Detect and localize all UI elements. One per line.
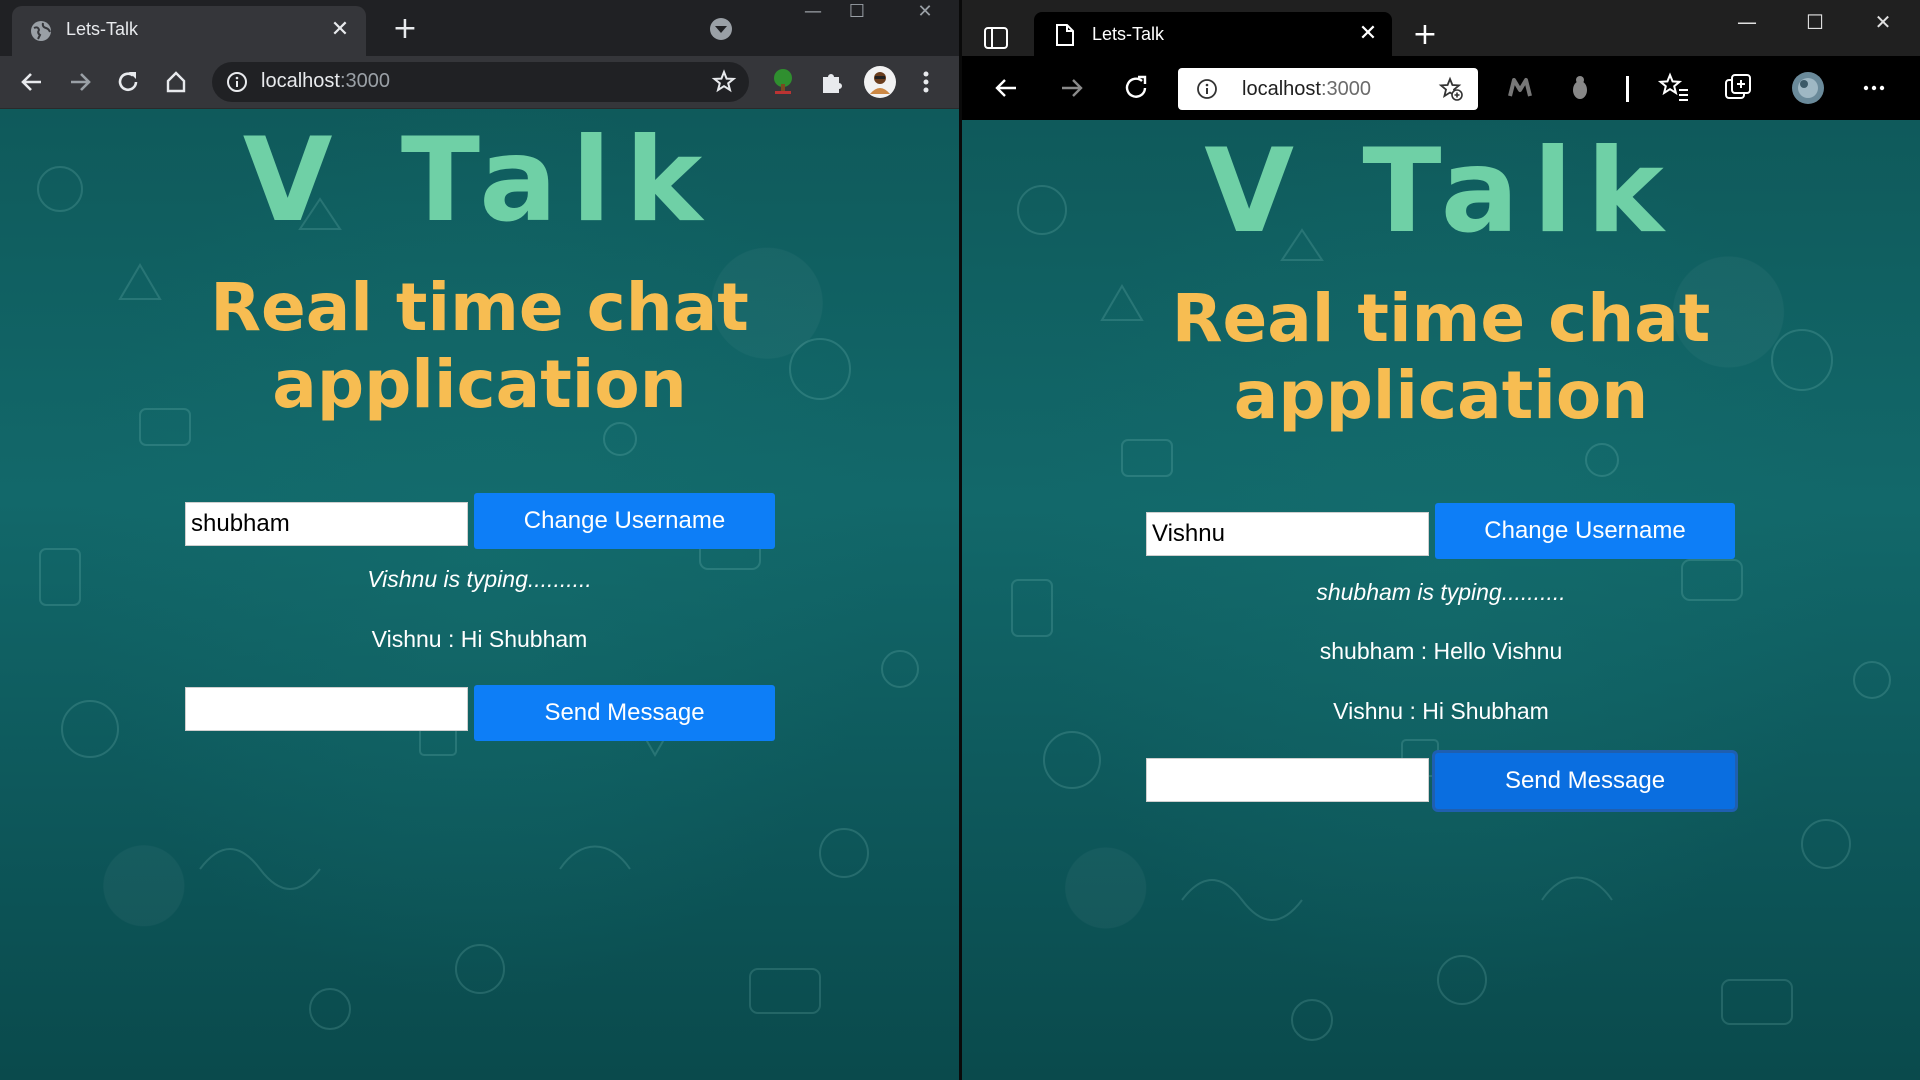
chat-message: Vishnu : Hi Shubham xyxy=(1333,698,1549,724)
brand-logo: V Talk xyxy=(242,113,717,248)
puzzle-extension-icon[interactable] xyxy=(814,64,850,100)
avatar[interactable] xyxy=(862,64,898,100)
maximize-icon[interactable]: ☐ xyxy=(1790,6,1840,38)
address-bar[interactable]: localhost:3000 xyxy=(212,62,749,102)
url-text: localhost:3000 xyxy=(1242,78,1371,100)
change-username-button[interactable]: Change Username xyxy=(1435,503,1735,559)
chrome-window: Lets-Talk ✕ + — ☐ ✕ localhost:3000 V Tal… xyxy=(0,0,959,1080)
tab-title: Lets-Talk xyxy=(66,19,139,39)
doodle-background xyxy=(37,166,919,1030)
window-close-icon[interactable]: ✕ xyxy=(1858,6,1908,38)
page-subtitle: Real time chat application xyxy=(1171,280,1711,434)
username-input[interactable] xyxy=(185,502,468,546)
minimize-icon[interactable]: — xyxy=(1722,6,1772,38)
tab-lets-talk[interactable]: Lets-Talk ✕ xyxy=(1034,12,1392,56)
reload-icon[interactable] xyxy=(110,64,146,100)
tab-actions-icon[interactable] xyxy=(982,24,1010,52)
reload-icon[interactable] xyxy=(1118,70,1154,106)
tree-extension-icon[interactable] xyxy=(765,64,801,100)
send-message-button[interactable]: Send Message xyxy=(474,685,775,741)
back-icon[interactable] xyxy=(14,64,50,100)
window-close-icon[interactable]: ✕ xyxy=(902,0,948,28)
change-username-button[interactable]: Change Username xyxy=(474,493,775,549)
new-tab-icon[interactable]: + xyxy=(388,12,422,46)
new-tab-icon[interactable]: + xyxy=(1408,18,1442,52)
tab-lets-talk[interactable]: Lets-Talk ✕ xyxy=(12,6,366,56)
page-icon xyxy=(1056,24,1074,46)
message-input[interactable] xyxy=(185,687,468,731)
brand-logo: V Talk xyxy=(1204,124,1678,259)
maximize-icon[interactable]: ☐ xyxy=(834,0,880,28)
kebab-menu-icon[interactable] xyxy=(908,64,944,100)
chat-page: V Talk Real time chat application Change… xyxy=(962,120,1920,1080)
address-bar[interactable]: localhost:3000 xyxy=(1178,68,1478,110)
bug-extension-icon[interactable] xyxy=(1562,70,1598,106)
chat-message: Vishnu : Hi Shubham xyxy=(371,626,588,652)
chat-page: V Talk Real time chat application Change… xyxy=(0,109,959,1080)
extension-icon[interactable] xyxy=(1502,70,1538,106)
toolbar: localhost:3000 xyxy=(0,56,959,109)
favorites-icon[interactable] xyxy=(1656,70,1692,106)
forward-icon[interactable] xyxy=(1054,70,1090,106)
home-icon[interactable] xyxy=(158,64,194,100)
send-message-button[interactable]: Send Message xyxy=(1435,753,1735,809)
back-icon[interactable] xyxy=(988,70,1024,106)
edge-window: Lets-Talk ✕ + — ☐ ✕ localhost:3000 V Tal… xyxy=(962,0,1920,1080)
toolbar: localhost:3000 xyxy=(962,56,1920,120)
url-text: localhost:3000 xyxy=(261,70,390,92)
page-subtitle: Real time chat application xyxy=(210,269,749,423)
more-icon[interactable] xyxy=(1856,70,1892,106)
chat-message: shubham : Hello Vishnu xyxy=(1319,638,1563,664)
message-input[interactable] xyxy=(1146,758,1429,802)
toolbar-separator xyxy=(1626,76,1629,102)
close-icon[interactable]: ✕ xyxy=(326,16,354,44)
info-icon[interactable] xyxy=(226,71,248,93)
tab-title: Lets-Talk xyxy=(1092,24,1165,44)
globe-icon xyxy=(31,21,51,41)
collections-icon[interactable] xyxy=(1720,70,1756,106)
username-input[interactable] xyxy=(1146,512,1429,556)
typing-indicator: shubham is typing.......... xyxy=(1316,579,1566,605)
tab-strip: Lets-Talk ✕ + — ☐ ✕ xyxy=(0,0,959,56)
typing-indicator: Vishnu is typing.......... xyxy=(367,566,592,592)
avatar[interactable] xyxy=(1790,70,1826,106)
tab-strip: Lets-Talk ✕ + — ☐ ✕ xyxy=(962,0,1920,56)
info-icon[interactable] xyxy=(1196,78,1218,100)
close-icon[interactable]: ✕ xyxy=(1354,20,1382,48)
tab-search-icon[interactable] xyxy=(706,14,736,44)
minimize-icon[interactable]: — xyxy=(790,0,836,28)
forward-icon[interactable] xyxy=(62,64,98,100)
add-favorite-icon[interactable] xyxy=(1438,76,1464,102)
bookmark-star-icon[interactable] xyxy=(711,69,737,95)
